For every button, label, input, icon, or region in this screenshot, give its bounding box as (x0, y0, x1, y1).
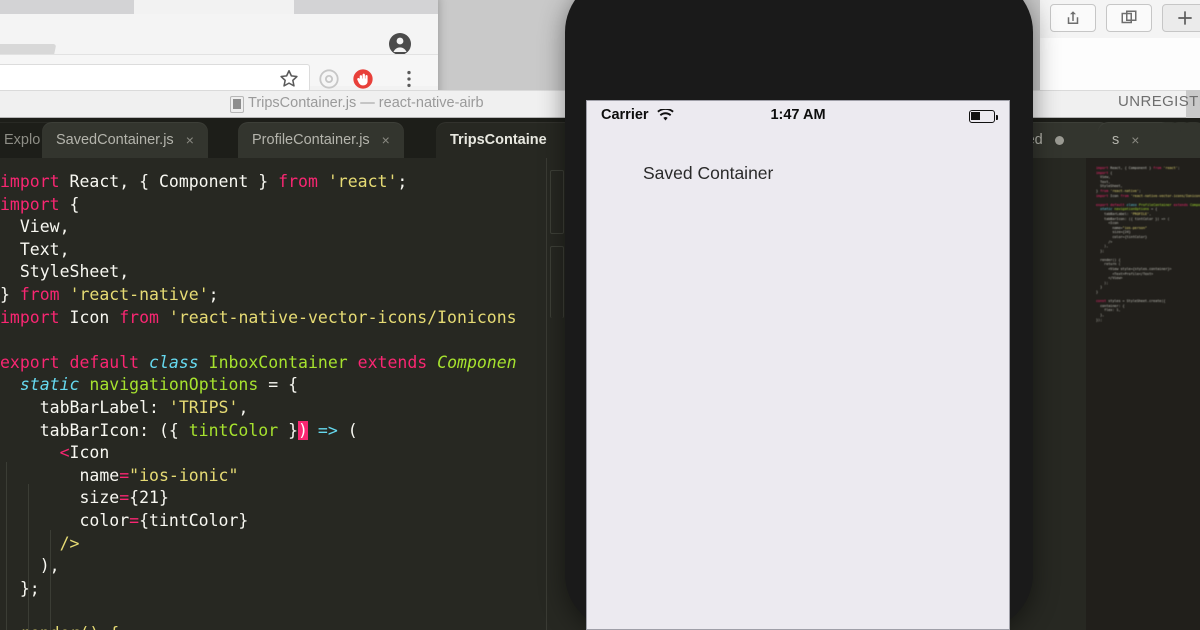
desktop-background: TripsContainer.js — react-native-airb UN… (0, 0, 1200, 630)
ios-simulator-device[interactable]: Carrier 1:47 AM Saved Container (565, 0, 1033, 630)
secondary-code-pane[interactable]: import React, { Component } from 'react'… (1086, 158, 1200, 630)
screen-body-text: Saved Container (643, 163, 774, 183)
code-pane[interactable]: import React, { Component } from 'react'… (0, 158, 550, 630)
browser-tab-strip[interactable] (0, 0, 438, 14)
tab-profilecontainer[interactable]: ProfileContainer.js × (238, 122, 404, 158)
tab-savedcontainer[interactable]: SavedContainer.js × (42, 122, 208, 158)
duplicate-windows-icon (1121, 10, 1137, 24)
duplicate-button[interactable] (1106, 4, 1152, 32)
close-icon[interactable]: × (1131, 133, 1139, 147)
unregistered-label: UNREGISTE (1118, 93, 1200, 110)
plus-icon (1178, 11, 1192, 25)
window-title: TripsContainer.js — react-native-airb (248, 95, 484, 111)
tab-label: Explo (4, 132, 41, 148)
bookmark-star-icon[interactable] (278, 68, 300, 90)
source-code[interactable]: import React, { Component } from 'react'… (0, 158, 550, 630)
modified-dot-icon (1054, 135, 1064, 145)
tab-label: TripsContaine (450, 132, 547, 148)
simulator-screen[interactable]: Carrier 1:47 AM Saved Container (586, 100, 1010, 630)
browser-tab[interactable] (134, 0, 294, 14)
tab-label: s (1112, 132, 1120, 148)
share-icon (1067, 11, 1079, 24)
indent-guide (28, 484, 29, 630)
close-icon[interactable]: × (382, 133, 390, 147)
indent-guide (50, 530, 51, 630)
chrome-menu-dots-icon[interactable] (398, 68, 420, 90)
close-icon[interactable]: × (186, 133, 194, 147)
browser-address-bar[interactable] (0, 64, 310, 92)
add-button[interactable] (1162, 4, 1200, 32)
battery-nub (995, 115, 998, 120)
tab-stack-overflow[interactable] (1180, 122, 1200, 158)
tab-tripscontainer[interactable]: TripsContaine (436, 122, 576, 158)
editor-divider (546, 158, 547, 630)
tab-label: ProfileContainer.js (252, 132, 370, 148)
editor-scrollbar[interactable] (550, 170, 564, 234)
battery-icon (969, 110, 998, 123)
mac-content-panel (1040, 38, 1200, 90)
file-icon (230, 96, 244, 113)
adblock-hand-icon[interactable] (352, 68, 374, 90)
ios-status-bar: Carrier 1:47 AM (587, 101, 1009, 131)
tab-label: SavedContainer.js (56, 132, 174, 148)
battery-fill (971, 112, 981, 121)
editor-scrollbar[interactable] (550, 246, 564, 318)
indent-guide (6, 462, 7, 630)
status-bar-time: 1:47 AM (770, 107, 826, 123)
extension-circle-icon[interactable] (318, 68, 340, 90)
share-button[interactable] (1050, 4, 1096, 32)
account-avatar-icon[interactable] (388, 32, 412, 56)
minified-source-code: import React, { Component } from 'react'… (1096, 166, 1200, 322)
